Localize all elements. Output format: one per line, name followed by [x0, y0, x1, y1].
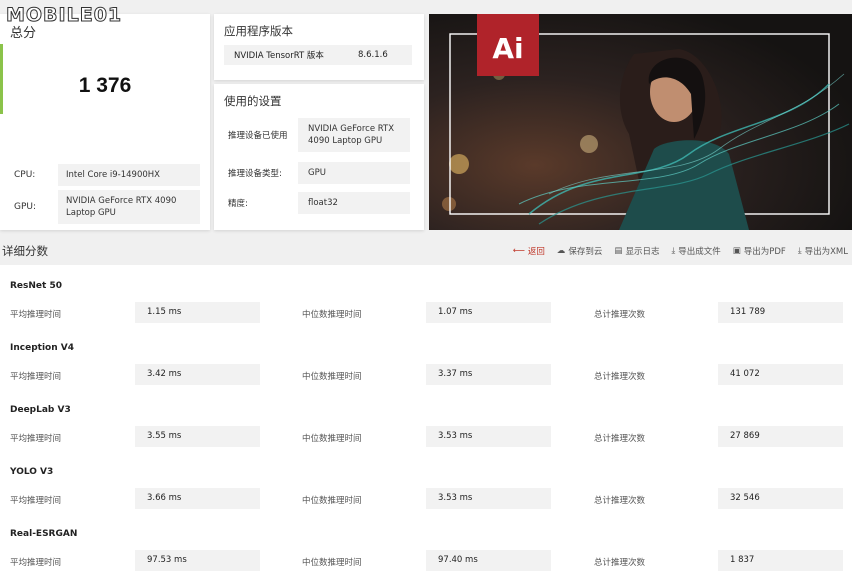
settings-key: 推理设备已使用 [228, 131, 288, 141]
settings-value: float32 [298, 192, 410, 214]
tensorrt-version-row: NVIDIA TensorRT 版本 8.6.1.6 [224, 45, 412, 65]
total-value: 1 837 [718, 550, 843, 571]
median-value: 3.53 ms [426, 488, 551, 509]
tensorrt-version-label: NVIDIA TensorRT 版本 [234, 51, 324, 61]
export-pdf-label: 导出为PDF [743, 247, 786, 257]
gpu-row: GPU: NVIDIA GeForce RTX 4090 Laptop GPU [14, 190, 200, 224]
settings-value: GPU [298, 162, 410, 184]
banner-illustration: Ai [429, 14, 852, 230]
watermark-logo: MOBILE01 [5, 4, 123, 27]
settings-row: 推理设备类型: GPU [228, 162, 410, 184]
show-log-button[interactable]: ▤ 显示日志 [614, 245, 659, 257]
avg-value: 97.53 ms [135, 550, 260, 571]
back-button[interactable]: ⟵ 返回 [513, 245, 545, 257]
total-label: 总计推理次数 [594, 372, 646, 382]
avg-value: 1.15 ms [135, 302, 260, 323]
model-row: ResNet 50 平均推理时间 1.15 ms 中位数推理时间 1.07 ms… [0, 265, 852, 327]
median-label: 中位数推理时间 [302, 310, 362, 320]
median-label: 中位数推理时间 [302, 558, 362, 568]
avg-label: 平均推理时间 [10, 496, 62, 506]
avg-value: 3.55 ms [135, 426, 260, 447]
model-row: Inception V4 平均推理时间 3.42 ms 中位数推理时间 3.37… [0, 327, 852, 389]
export-file-label: 导出成文件 [678, 247, 721, 257]
score-value: 1 376 [78, 74, 132, 97]
app-version-title: 应用程序版本 [224, 24, 293, 38]
ai-banner-image: Ai [429, 14, 852, 230]
cpu-value: Intel Core i9-14900HX [58, 164, 200, 186]
save-to-cloud-button[interactable]: ☁ 保存到云 [557, 245, 603, 257]
back-arrow-icon: ⟵ [512, 246, 525, 256]
median-label: 中位数推理时间 [302, 372, 362, 382]
download-icon: ⤓ [797, 246, 802, 256]
cpu-row: CPU: Intel Core i9-14900HX [14, 164, 200, 186]
total-value: 41 072 [718, 364, 843, 385]
details-panel: ResNet 50 平均推理时间 1.15 ms 中位数推理时间 1.07 ms… [0, 265, 852, 585]
median-value: 3.53 ms [426, 426, 551, 447]
avg-label: 平均推理时间 [10, 434, 62, 444]
settings-key: 精度: [228, 199, 248, 209]
total-value: 131 789 [718, 302, 843, 323]
save-icon: ▣ [732, 246, 741, 256]
median-label: 中位数推理时间 [302, 434, 362, 444]
details-toolbar: ⟵ 返回 ☁ 保存到云 ▤ 显示日志 ⤓ 导出成文件 ▣ 导出为PDF ⤓ 导出… [513, 245, 848, 257]
total-label: 总计推理次数 [594, 558, 646, 568]
tensorrt-version-value: 8.6.1.6 [358, 50, 388, 60]
total-value: 27 869 [718, 426, 843, 447]
settings-card: 使用的设置 推理设备已使用 NVIDIA GeForce RTX 4090 La… [214, 84, 424, 230]
model-row: DeepLab V3 平均推理时间 3.55 ms 中位数推理时间 3.53 m… [0, 389, 852, 451]
avg-label: 平均推理时间 [10, 558, 62, 568]
median-value: 97.40 ms [426, 550, 551, 571]
avg-value: 3.66 ms [135, 488, 260, 509]
total-label: 总计推理次数 [594, 496, 646, 506]
export-xml-button[interactable]: ⤓ 导出为XML [798, 245, 848, 257]
avg-label: 平均推理时间 [10, 372, 62, 382]
model-row: Real-ESRGAN 平均推理时间 97.53 ms 中位数推理时间 97.4… [0, 513, 852, 575]
gpu-value: NVIDIA GeForce RTX 4090 Laptop GPU [58, 190, 200, 224]
show-log-label: 显示日志 [625, 247, 660, 257]
export-xml-label: 导出为XML [804, 247, 848, 257]
total-value: 32 546 [718, 488, 843, 509]
cloud-icon: ☁ [556, 246, 566, 256]
export-pdf-button[interactable]: ▣ 导出为PDF [733, 245, 786, 257]
save-to-cloud-label: 保存到云 [568, 247, 603, 257]
model-name: YOLO V3 [10, 467, 54, 477]
settings-value: NVIDIA GeForce RTX 4090 Laptop GPU [298, 118, 410, 152]
back-label: 返回 [527, 247, 545, 257]
score-card: 总分 1 376 CPU: Intel Core i9-14900HX GPU:… [0, 14, 210, 230]
settings-row: 推理设备已使用 NVIDIA GeForce RTX 4090 Laptop G… [228, 118, 410, 152]
app-version-card: 应用程序版本 NVIDIA TensorRT 版本 8.6.1.6 [214, 14, 424, 80]
export-file-button[interactable]: ⤓ 导出成文件 [671, 245, 720, 257]
gpu-label: GPU: [14, 202, 37, 212]
cpu-label: CPU: [14, 170, 36, 180]
settings-key: 推理设备类型: [228, 169, 282, 179]
banner-logo-text: Ai [492, 32, 523, 65]
details-title: 详细分数 [2, 244, 48, 258]
total-label: 总计推理次数 [594, 434, 646, 444]
avg-label: 平均推理时间 [10, 310, 62, 320]
document-icon: ▤ [614, 246, 623, 256]
model-row: YOLO V3 平均推理时间 3.66 ms 中位数推理时间 3.53 ms 总… [0, 451, 852, 513]
download-icon: ⤓ [671, 246, 676, 256]
model-name: DeepLab V3 [10, 405, 71, 415]
settings-title: 使用的设置 [224, 94, 282, 108]
total-label: 总计推理次数 [594, 310, 646, 320]
model-name: Inception V4 [10, 343, 74, 353]
median-label: 中位数推理时间 [302, 496, 362, 506]
median-value: 1.07 ms [426, 302, 551, 323]
settings-row: 精度: float32 [228, 192, 410, 214]
median-value: 3.37 ms [426, 364, 551, 385]
model-name: ResNet 50 [10, 281, 62, 291]
avg-value: 3.42 ms [135, 364, 260, 385]
model-name: Real-ESRGAN [10, 529, 78, 539]
